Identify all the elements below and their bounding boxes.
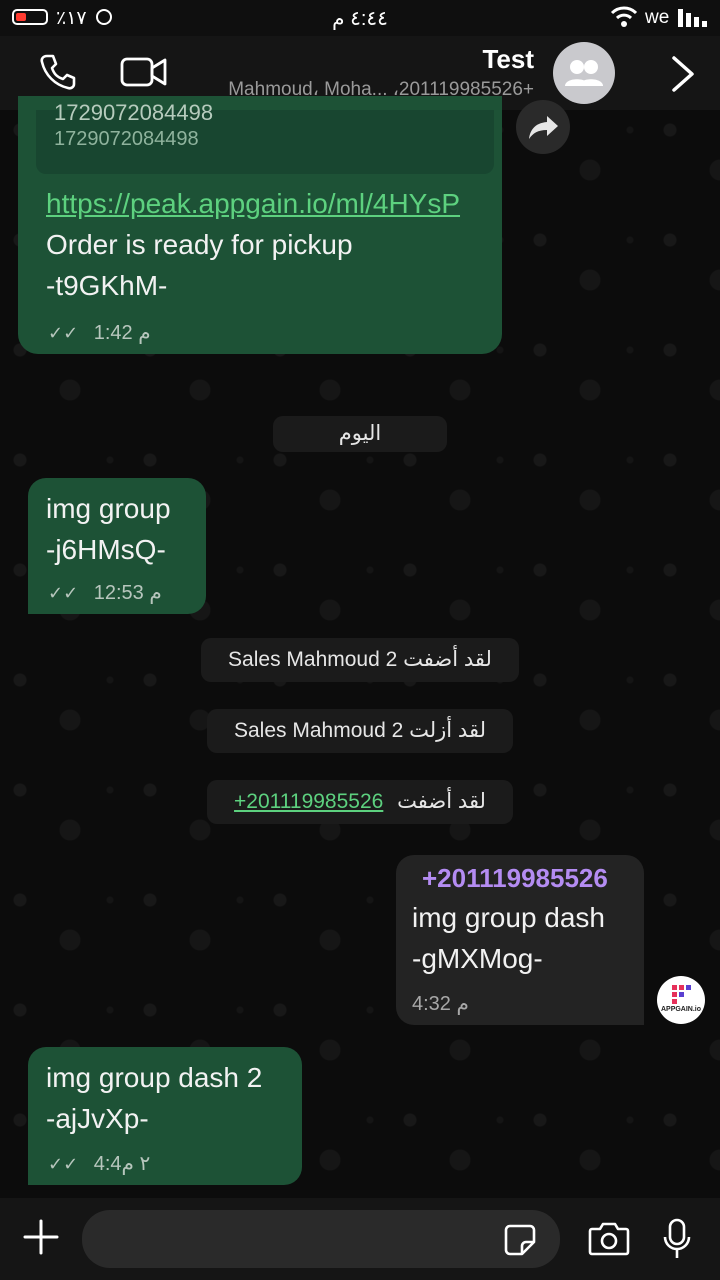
system-message-link[interactable]: +201119985526: [234, 790, 383, 813]
message-bubble[interactable]: img group -j6HMsQ- ✓✓ 12:53 م: [28, 478, 206, 614]
message-meta: ✓✓ 4:4٢ م: [48, 1151, 150, 1176]
double-check-icon: ✓✓: [48, 323, 84, 343]
sticker-icon[interactable]: [504, 1224, 536, 1256]
message-text: img group dash 2: [46, 1062, 263, 1093]
status-bar: ٪١٧ ٤:٤٤ م we: [0, 0, 720, 36]
plus-icon[interactable]: [22, 1218, 60, 1256]
sender-avatar[interactable]: APPGAIN.io: [657, 976, 705, 1024]
message-text: Order is ready for pickup: [46, 229, 353, 260]
message-text: -j6HMsQ-: [46, 534, 166, 565]
message-time: 4:32 م: [412, 993, 469, 1015]
message-text: img group: [46, 493, 171, 524]
message-bubble[interactable]: img group dash 2 -ajJvXp- ✓✓ 4:4٢ م: [28, 1047, 302, 1185]
carrier-name: we: [645, 7, 670, 28]
chat-title[interactable]: Test: [482, 44, 534, 75]
system-message: لقد أضفت Sales Mahmoud 2: [201, 638, 519, 682]
avatar-badge-text: APPGAIN.io: [660, 1006, 702, 1013]
message-time: 4:4٢ م: [93, 1153, 151, 1175]
system-message-text: لقد أضفت Sales Mahmoud 2: [228, 648, 492, 671]
forward-button[interactable]: [516, 100, 570, 154]
message-input[interactable]: [82, 1210, 560, 1268]
system-message-text: لقد أضفت: [397, 790, 486, 813]
signal-icon: [678, 9, 707, 27]
message-text: -gMXMog-: [412, 943, 543, 974]
quoted-message-text: 1729072084498: [54, 100, 214, 125]
date-divider: اليوم: [273, 416, 447, 452]
message-meta: ✓✓ 1:42 م: [48, 320, 151, 345]
group-avatar[interactable]: [553, 42, 615, 104]
microphone-icon[interactable]: [662, 1218, 692, 1260]
message-bubble[interactable]: +201119985526 img group dash -gMXMog- 4:…: [396, 855, 644, 1025]
message-link[interactable]: https://peak.appgain.io/ml/4HYsP: [46, 184, 460, 224]
camera-icon[interactable]: [588, 1220, 630, 1256]
system-message-text: لقد أزلت Sales Mahmoud 2: [234, 719, 486, 742]
appgain-logo-icon: [672, 985, 691, 1004]
group-icon: [565, 60, 603, 86]
double-check-icon: ✓✓: [48, 583, 84, 603]
message-time: 1:42 م: [93, 322, 151, 344]
double-check-icon: ✓✓: [48, 1154, 84, 1174]
message-text: -t9GKhM-: [46, 270, 168, 301]
forward-icon: [529, 116, 558, 139]
message-text: img group dash: [412, 902, 606, 933]
message-bubble[interactable]: 1729072084498 1729072084498 https://peak…: [18, 96, 502, 354]
message-meta: ✓✓ 12:53 م: [48, 580, 162, 605]
message-time: 12:53 م: [93, 582, 162, 604]
quoted-message[interactable]: 1729072084498 1729072084498: [36, 100, 494, 174]
sender-name[interactable]: +201119985526: [422, 859, 608, 897]
system-message: +201119985526 لقد أضفت: [207, 780, 513, 824]
phone-icon[interactable]: [38, 52, 78, 92]
system-message: لقد أزلت Sales Mahmoud 2: [207, 709, 513, 753]
chevron-right-icon[interactable]: [668, 54, 698, 94]
wifi-icon: [610, 6, 638, 27]
video-call-icon[interactable]: [120, 54, 168, 90]
message-composer: [0, 1198, 720, 1280]
message-text: -ajJvXp-: [46, 1103, 149, 1134]
quoted-message-number: 1729072084498: [54, 128, 199, 150]
